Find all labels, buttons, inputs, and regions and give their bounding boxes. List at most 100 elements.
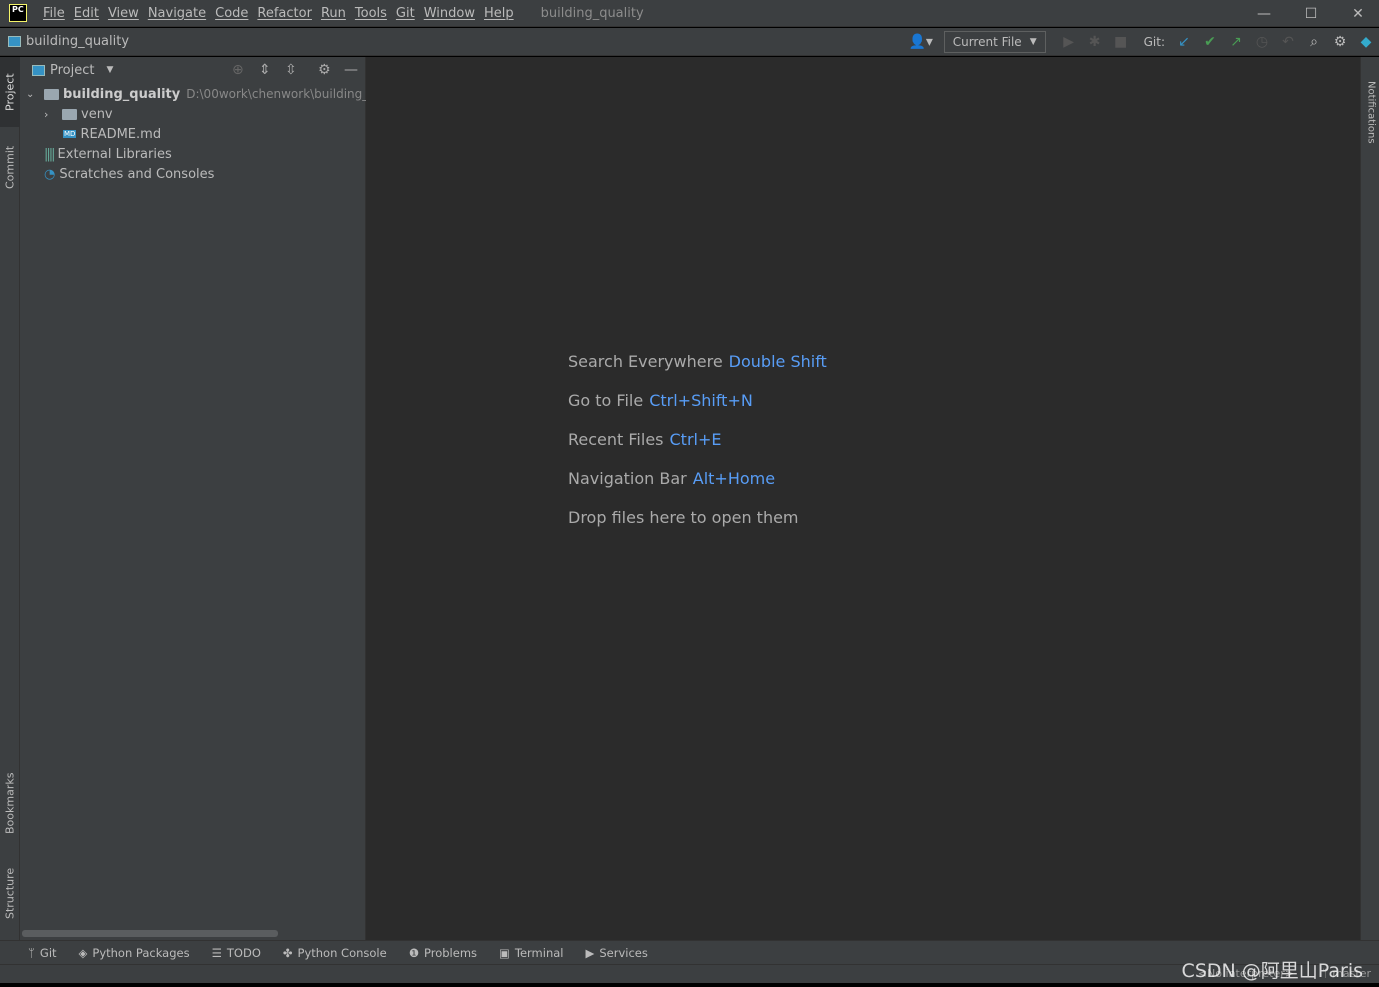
- menu-git[interactable]: Git: [396, 6, 415, 21]
- chevron-down-icon[interactable]: ⌄: [26, 89, 44, 100]
- navigation-bar: building_quality 👤▾ Current File ▼ ▶ ✱ ■ …: [0, 28, 1379, 56]
- tool-terminal[interactable]: ▣ Terminal: [499, 946, 563, 960]
- tab-notifications-label: Notifications: [1365, 80, 1377, 144]
- branch-icon: ᛘ: [28, 945, 35, 960]
- hint-shortcut: Alt+Home: [692, 469, 776, 488]
- breadcrumb-project[interactable]: building_quality: [26, 34, 129, 49]
- minimize-button[interactable]: —: [1241, 0, 1287, 27]
- run-icon[interactable]: ▶: [1056, 34, 1082, 50]
- project-view-icon: [32, 64, 45, 76]
- menu-help[interactable]: Help: [484, 6, 514, 21]
- close-button[interactable]: ✕: [1335, 0, 1379, 27]
- tool-todo[interactable]: ☰ TODO: [212, 946, 261, 960]
- tab-commit-label: Commit: [3, 145, 17, 189]
- tool-git[interactable]: ᛘ Git: [28, 946, 57, 960]
- tab-structure[interactable]: Structure: [0, 857, 20, 929]
- rollback-icon[interactable]: ↶: [1275, 34, 1301, 50]
- stop-icon[interactable]: ■: [1108, 34, 1134, 50]
- project-panel-header: Project ▼ ⊕ ⇕ ⇳ ⚙ —: [20, 57, 365, 83]
- chevron-down-icon[interactable]: ▼: [106, 65, 113, 75]
- tab-bookmarks[interactable]: Bookmarks: [0, 762, 20, 844]
- tab-project-label: Project: [3, 73, 17, 111]
- folder-icon: [44, 88, 59, 100]
- chevron-right-icon[interactable]: ›: [44, 108, 62, 121]
- gear-icon[interactable]: ⚙: [318, 62, 331, 78]
- horizontal-scrollbar[interactable]: [22, 930, 278, 937]
- chevron-down-icon: ▼: [1029, 37, 1037, 47]
- project-view-select[interactable]: Project: [50, 63, 94, 78]
- menu-run[interactable]: Run: [321, 6, 346, 21]
- watermark: CSDN @阿里山Paris: [1181, 960, 1363, 982]
- tool-python-console[interactable]: ✤ Python Console: [283, 946, 387, 960]
- hint-text: Go to File: [568, 391, 644, 410]
- tool-problems[interactable]: ❶ Problems: [409, 946, 477, 960]
- user-icon[interactable]: 👤▾: [908, 34, 934, 50]
- list-icon: ☰: [211, 945, 222, 960]
- run-config-select[interactable]: Current File ▼: [943, 31, 1046, 53]
- hide-icon[interactable]: —: [344, 62, 358, 78]
- menu-tools[interactable]: Tools: [355, 6, 387, 21]
- scratches-label: Scratches and Consoles: [59, 166, 215, 182]
- readme-label: README.md: [80, 126, 162, 142]
- menu-refactor[interactable]: Refactor: [257, 6, 312, 21]
- menu-file[interactable]: File: [43, 6, 65, 21]
- folder-icon: [62, 108, 77, 120]
- menu-edit[interactable]: Edit: [74, 6, 99, 21]
- tree-item-root[interactable]: ⌄ building_quality D:\00work\chenwork\bu…: [26, 84, 387, 104]
- tool-services[interactable]: ▶ Services: [586, 946, 648, 960]
- status-bar: <No interpreter> ᛘ master: [0, 964, 1379, 983]
- hint-shortcut: Ctrl+E: [669, 430, 722, 449]
- pycharm-logo: PC: [9, 4, 27, 22]
- tree-item-readme[interactable]: MD README.md: [63, 124, 161, 144]
- right-tool-strip: Notifications: [1360, 57, 1379, 940]
- hint-text: Search Everywhere: [568, 352, 723, 371]
- tree-item-scratches[interactable]: ◔ Scratches and Consoles: [44, 164, 214, 184]
- locate-icon[interactable]: ⊕: [232, 62, 244, 78]
- tab-notifications[interactable]: Notifications: [1361, 67, 1379, 157]
- root-path: D:\00work\chenwork\building_mo: [186, 87, 388, 101]
- bottom-tool-bar: ᛘ Git ◈ Python Packages ☰ TODO ✤ Python Cons…: [0, 940, 1379, 964]
- jetbrains-icon[interactable]: ◆: [1353, 34, 1379, 50]
- tree-item-venv[interactable]: › venv: [44, 104, 113, 124]
- hint-drop-files: Drop files here to open them: [568, 508, 799, 527]
- project-icon: [8, 36, 21, 47]
- tree-item-external-libraries[interactable]: |||| External Libraries: [44, 144, 172, 164]
- tab-structure-label: Structure: [3, 867, 17, 919]
- git-label: Git:: [1143, 35, 1165, 49]
- gear-icon[interactable]: ⚙: [1327, 34, 1353, 50]
- maximize-button[interactable]: ☐: [1288, 0, 1334, 27]
- menu-navigate[interactable]: Navigate: [148, 6, 206, 21]
- python-icon: ✤: [282, 945, 293, 960]
- git-update-icon[interactable]: ↙: [1171, 34, 1197, 50]
- hint-go-to-file: Go to File Ctrl+Shift+N: [568, 391, 753, 410]
- collapse-all-icon[interactable]: ⇳: [285, 62, 297, 78]
- layers-icon: ◈: [78, 945, 88, 960]
- expand-all-icon[interactable]: ⇕: [259, 62, 271, 78]
- debug-icon[interactable]: ✱: [1082, 34, 1108, 50]
- hint-text: Drop files here to open them: [568, 508, 799, 527]
- git-push-icon[interactable]: ↗: [1223, 34, 1249, 50]
- project-panel: Project ▼ ⊕ ⇕ ⇳ ⚙ — ⌄ building_quality D…: [20, 57, 387, 940]
- hint-recent-files: Recent Files Ctrl+E: [568, 430, 721, 449]
- tool-label: Python Console: [297, 945, 387, 960]
- menu-window[interactable]: Window: [424, 6, 475, 21]
- hint-shortcut: Ctrl+Shift+N: [649, 391, 753, 410]
- window-title: building_quality: [540, 5, 644, 21]
- menu-view[interactable]: View: [108, 6, 139, 21]
- search-icon[interactable]: ⌕: [1301, 34, 1327, 50]
- venv-label: venv: [81, 106, 113, 122]
- git-commit-icon[interactable]: ✔: [1197, 34, 1223, 50]
- tab-commit[interactable]: Commit: [0, 135, 20, 199]
- menu-code[interactable]: Code: [215, 6, 248, 21]
- hint-text: Navigation Bar: [568, 469, 687, 488]
- hint-shortcut: Double Shift: [728, 352, 827, 371]
- tool-label: TODO: [226, 945, 261, 960]
- services-icon: ▶: [585, 945, 595, 960]
- scratches-icon: ◔: [44, 166, 56, 182]
- hint-search-everywhere: Search Everywhere Double Shift: [568, 352, 827, 371]
- tool-python-packages[interactable]: ◈ Python Packages: [79, 946, 190, 960]
- run-config-label: Current File: [952, 35, 1022, 49]
- tool-label: Services: [599, 945, 648, 960]
- history-icon[interactable]: ◷: [1249, 34, 1275, 50]
- tab-project[interactable]: Project: [0, 57, 20, 127]
